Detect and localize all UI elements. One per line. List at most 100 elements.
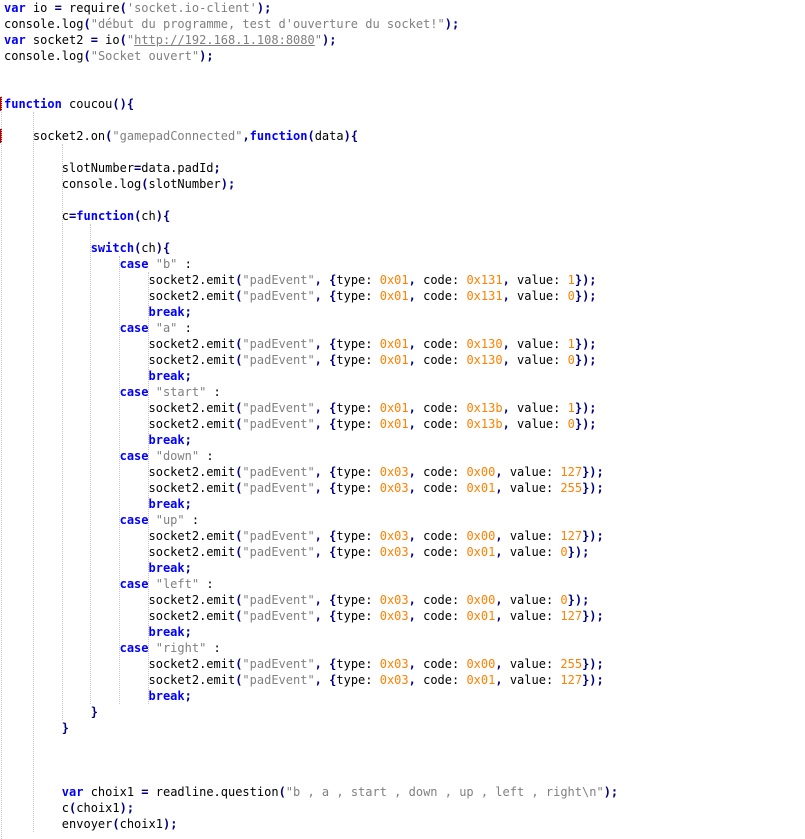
code-token: , xyxy=(408,481,416,495)
code-token: , xyxy=(408,337,416,351)
code-token: code: xyxy=(415,593,467,607)
code-token: code: xyxy=(415,273,467,287)
code-token: code: xyxy=(415,401,467,415)
code-token: , xyxy=(495,529,503,543)
code-token: console.log xyxy=(4,49,84,63)
code-token: type: xyxy=(336,529,380,543)
code-token: ( xyxy=(112,817,120,831)
code-token: ; xyxy=(184,497,192,511)
code-token: }); xyxy=(574,337,597,351)
code-line-text: break; xyxy=(4,560,192,576)
code-token: }); xyxy=(582,673,604,687)
code-token: function xyxy=(249,129,308,143)
code-token: socket2.emit xyxy=(4,529,236,543)
code-token: coucou xyxy=(61,97,113,111)
code-token: type: xyxy=(336,353,380,367)
code-token: "padEvent" xyxy=(242,401,315,415)
code-token: "start" xyxy=(155,385,207,399)
code-token: }); xyxy=(574,289,597,303)
code-token: , xyxy=(314,657,322,671)
code-token: , xyxy=(314,673,322,687)
code-token: "gamepadConnected" xyxy=(112,129,243,143)
code-token: , xyxy=(408,273,416,287)
code-line-text: socket2.emit("padEvent", {type: 0x01, co… xyxy=(4,352,596,368)
code-token: code: xyxy=(415,545,467,559)
code-token: : xyxy=(199,577,214,591)
code-token: value: xyxy=(502,529,561,543)
code-token: }); xyxy=(574,417,597,431)
code-token: , xyxy=(408,609,416,623)
code-line-text: case "down" : xyxy=(4,448,214,464)
code-token: 'socket.io-client' xyxy=(126,1,257,15)
code-token: code: xyxy=(415,481,467,495)
code-line-text: console.log("début du programme, test d'… xyxy=(4,16,459,32)
code-line-text: socket2.emit("padEvent", {type: 0x01, co… xyxy=(4,400,596,416)
code-token: ch xyxy=(141,241,156,255)
code-line-text: break; xyxy=(4,304,192,320)
code-token: choix1 xyxy=(83,785,142,799)
code-token: socket2.emit xyxy=(4,657,236,671)
code-token: value: xyxy=(502,609,561,623)
code-token: ); xyxy=(444,17,460,31)
code-line-text: var io = require('socket.io-client'); xyxy=(4,0,271,16)
code-token: (){ xyxy=(112,97,135,111)
code-token: ; xyxy=(213,161,221,175)
code-token: 0x01 xyxy=(379,289,409,303)
code-line-text: envoyer(choix1); xyxy=(4,816,178,832)
code-token: , xyxy=(314,289,322,303)
code-token: type: xyxy=(336,417,380,431)
code-token: case xyxy=(119,641,149,655)
code-line-text: socket2.emit("padEvent", {type: 0x01, co… xyxy=(4,288,597,304)
code-token: "up" xyxy=(155,513,185,527)
code-editor[interactable]: var io = require('socket.io-client'); con… xyxy=(0,0,805,839)
code-token: ; xyxy=(184,625,192,639)
code-token: , xyxy=(408,657,416,671)
code-line-text: break; xyxy=(4,368,192,384)
code-token: , xyxy=(495,657,503,671)
code-token: , xyxy=(495,593,503,607)
code-token: , xyxy=(495,465,503,479)
code-token: 0x01 xyxy=(466,673,496,687)
code-token: , xyxy=(314,593,322,607)
code-token: 0x03 xyxy=(379,481,409,495)
code-token: "début du programme, test d'ouverture du… xyxy=(90,17,445,31)
code-token: case xyxy=(119,385,149,399)
code-line-text: break; xyxy=(4,624,192,640)
code-token: case xyxy=(119,321,149,335)
code-token: , xyxy=(314,545,322,559)
code-token: break xyxy=(148,433,185,447)
code-line-text: break; xyxy=(4,432,192,448)
code-token: code: xyxy=(415,353,467,367)
code-token: code: xyxy=(415,657,467,671)
code-token: = xyxy=(141,785,149,799)
code-token: " xyxy=(314,33,322,47)
code-token: , xyxy=(408,289,416,303)
code-token: , xyxy=(408,417,416,431)
code-token: }); xyxy=(567,593,590,607)
code-token: , xyxy=(495,673,503,687)
code-line-text: c=function(ch){ xyxy=(4,208,170,224)
code-token: break xyxy=(148,497,185,511)
code-token: "right" xyxy=(155,641,207,655)
code-token: value: xyxy=(509,401,568,415)
code-token: "padEvent" xyxy=(242,593,315,607)
code-token: code: xyxy=(415,417,467,431)
code-line-text: case "up" : xyxy=(4,512,200,528)
code-token: code: xyxy=(415,465,467,479)
code-token: 0 xyxy=(567,353,575,367)
code-token: , xyxy=(408,593,416,607)
code-token: "padEvent" xyxy=(242,417,315,431)
code-token: 0x03 xyxy=(379,545,409,559)
code-token: "padEvent" xyxy=(242,337,315,351)
code-token: 1 xyxy=(567,401,575,415)
code-token: break xyxy=(148,561,185,575)
